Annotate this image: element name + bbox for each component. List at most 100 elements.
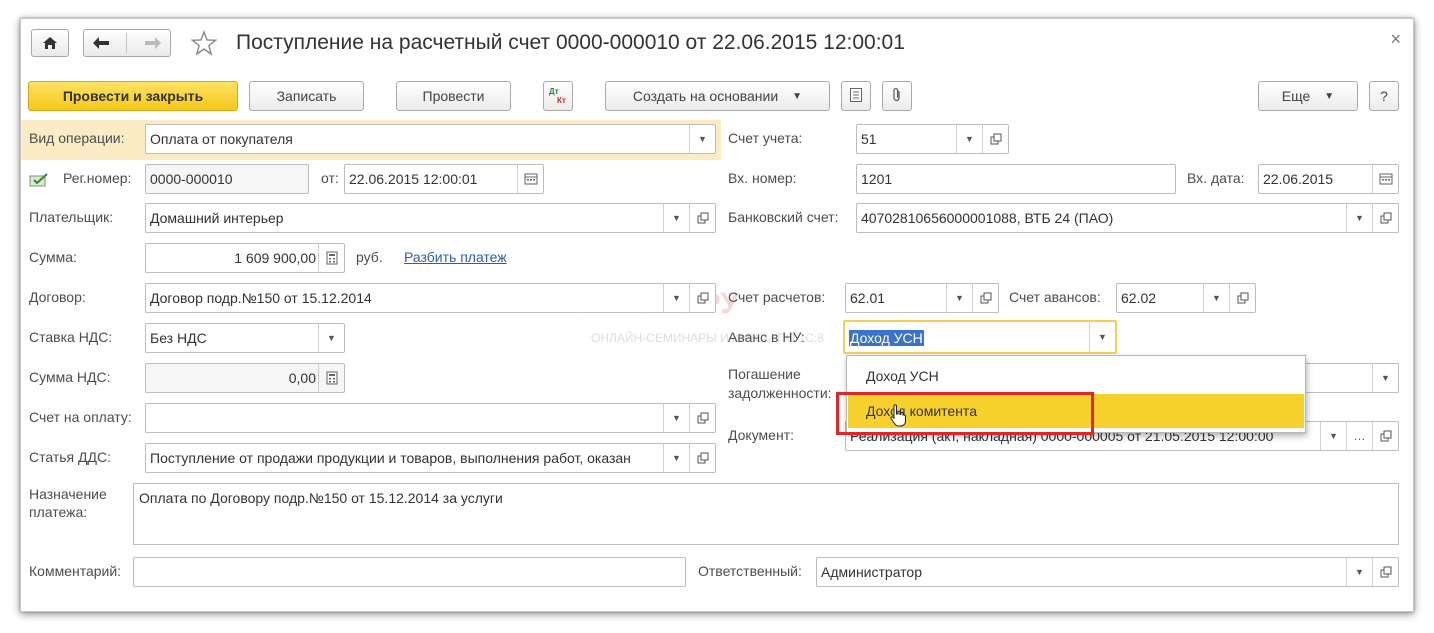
currency-label: руб. — [356, 249, 383, 265]
open-icon[interactable] — [689, 444, 715, 472]
chevron-down-icon[interactable]: ▼ — [1320, 422, 1346, 450]
cash-flow-item-value: Поступление от продажи продукции и товар… — [150, 450, 631, 466]
contract-label: Договор: — [29, 289, 86, 305]
payment-purpose-field[interactable]: Оплата по Договору подр.№150 от 15.12.20… — [133, 483, 1399, 545]
page-title: Поступление на расчетный счет 0000-00001… — [236, 31, 905, 54]
chevron-down-icon[interactable]: ▼ — [663, 204, 689, 232]
payer-field[interactable]: Домашний интерьер ▼ — [145, 203, 716, 233]
payer-value: Домашний интерьер — [150, 210, 284, 226]
chevron-down-icon[interactable]: ▼ — [318, 324, 344, 352]
select-ellipsis-icon[interactable]: … — [1346, 422, 1372, 450]
back-arrow-icon[interactable] — [92, 36, 110, 50]
mouse-pointer-icon — [889, 404, 907, 431]
advance-nu-field[interactable]: Доход УСН ▼ — [843, 320, 1117, 354]
split-payment-link[interactable]: Разбить платеж — [404, 249, 507, 265]
chevron-down-icon[interactable]: ▼ — [1089, 322, 1115, 352]
chevron-down-icon[interactable]: ▼ — [689, 125, 715, 153]
invoice-field[interactable]: ▼ — [145, 403, 716, 433]
dropdown-option-usn-income[interactable]: Доход УСН — [848, 359, 1304, 393]
dt-kt-button[interactable]: Дт Кт — [543, 81, 573, 111]
chevron-down-icon: ▼ — [792, 90, 803, 102]
svg-text:Дт: Дт — [549, 87, 559, 96]
more-button[interactable]: Еще ▼ — [1258, 81, 1358, 111]
open-icon[interactable] — [689, 404, 715, 432]
chevron-down-icon[interactable]: ▼ — [1346, 204, 1372, 232]
amount-value: 1 609 900,00 — [234, 250, 316, 266]
open-icon[interactable] — [1372, 204, 1398, 232]
responsible-value: Администратор — [821, 564, 923, 580]
responsible-label: Ответственный: — [698, 563, 802, 579]
home-icon — [42, 36, 58, 50]
open-icon[interactable] — [1372, 422, 1398, 450]
advance-account-field[interactable]: 62.02 ▼ — [1116, 283, 1256, 313]
calculator-icon[interactable] — [318, 244, 344, 272]
home-button[interactable] — [31, 29, 69, 57]
reg-number-field[interactable]: 0000-000010 — [145, 164, 309, 194]
chevron-down-icon[interactable]: ▼ — [663, 284, 689, 312]
incoming-date-field[interactable]: 22.06.2015 — [1258, 164, 1399, 194]
post-button[interactable]: Провести — [396, 81, 511, 111]
save-button[interactable]: Записать — [249, 81, 364, 111]
chevron-down-icon[interactable]: ▼ — [1203, 284, 1229, 312]
favorite-star-icon[interactable] — [190, 30, 218, 59]
svg-text:Кт: Кт — [557, 96, 566, 105]
chevron-down-icon[interactable]: ▼ — [1346, 558, 1372, 586]
open-icon[interactable] — [1229, 284, 1255, 312]
paperclip-icon — [891, 87, 903, 106]
chevron-down-icon[interactable]: ▼ — [1372, 364, 1398, 392]
comment-field[interactable] — [133, 557, 686, 587]
cash-flow-item-field[interactable]: Поступление от продажи продукции и товар… — [145, 443, 716, 473]
debt-repayment-label: Погашение задолженности: — [728, 366, 832, 401]
account-field[interactable]: 51 ▼ — [856, 124, 1009, 154]
date-from-label: от: — [321, 170, 339, 186]
contract-field[interactable]: Договор подр.№150 от 15.12.2014 ▼ — [145, 283, 716, 313]
close-icon[interactable]: × — [1390, 29, 1401, 50]
create-based-on-button[interactable]: Создать на основании ▼ — [605, 81, 830, 111]
incoming-number-field[interactable]: 1201 — [856, 164, 1176, 194]
cash-flow-item-label: Статья ДДС: — [29, 449, 111, 465]
highlight-frame — [836, 392, 1094, 435]
open-icon[interactable] — [982, 125, 1008, 153]
reg-number-label: Рег.номер: — [63, 170, 132, 186]
attach-button[interactable] — [882, 81, 912, 111]
report-button[interactable] — [841, 81, 871, 111]
chevron-down-icon[interactable]: ▼ — [956, 125, 982, 153]
amount-label: Сумма: — [29, 249, 77, 265]
payer-label: Плательщик: — [29, 209, 114, 225]
payment-purpose-label: Назначение платежа: — [29, 486, 107, 520]
open-icon[interactable] — [972, 284, 998, 312]
vat-amount-field[interactable]: 0,00 — [145, 363, 345, 393]
operation-type-label: Вид операции: — [29, 130, 125, 146]
operation-type-field[interactable]: Оплата от покупателя ▼ — [145, 124, 716, 154]
calendar-icon[interactable] — [517, 165, 543, 193]
settlement-account-field[interactable]: 62.01 ▼ — [845, 283, 999, 313]
open-icon[interactable] — [1372, 558, 1398, 586]
chevron-down-icon[interactable]: ▼ — [946, 284, 972, 312]
bank-account-field[interactable]: 40702810656000001088, ВТБ 24 (ПАО) ▼ — [856, 203, 1399, 233]
chevron-down-icon[interactable]: ▼ — [663, 444, 689, 472]
advance-nu-value: Доход УСН — [849, 330, 924, 346]
post-and-close-button[interactable]: Провести и закрыть — [28, 81, 238, 111]
create-based-on-label: Создать на основании — [632, 88, 779, 104]
chevron-down-icon[interactable]: ▼ — [663, 404, 689, 432]
responsible-field[interactable]: Администратор ▼ — [816, 557, 1399, 587]
account-label: Счет учета: — [728, 130, 803, 146]
invoice-label: Счет на оплату: — [29, 409, 132, 425]
amount-field[interactable]: 1 609 900,00 — [145, 243, 345, 273]
reg-number-value: 0000-000010 — [150, 171, 233, 187]
help-button[interactable]: ? — [1369, 81, 1399, 111]
open-icon[interactable] — [689, 204, 715, 232]
forward-arrow-icon[interactable] — [144, 36, 162, 50]
open-icon[interactable] — [689, 284, 715, 312]
document-date-field[interactable]: 22.06.2015 12:00:01 — [344, 164, 544, 194]
document-date-value: 22.06.2015 12:00:01 — [349, 171, 478, 187]
calendar-icon[interactable] — [1372, 165, 1398, 193]
settlement-account-label: Счет расчетов: — [728, 289, 826, 305]
vat-rate-field[interactable]: Без НДС ▼ — [145, 323, 345, 353]
incoming-number-label: Вх. номер: — [728, 170, 797, 186]
document-window: Поступление на расчетный счет 0000-00001… — [20, 18, 1414, 612]
vat-rate-value: Без НДС — [150, 330, 207, 346]
operation-type-value: Оплата от покупателя — [150, 131, 293, 147]
calculator-icon[interactable] — [318, 364, 344, 392]
history-nav — [83, 29, 171, 57]
